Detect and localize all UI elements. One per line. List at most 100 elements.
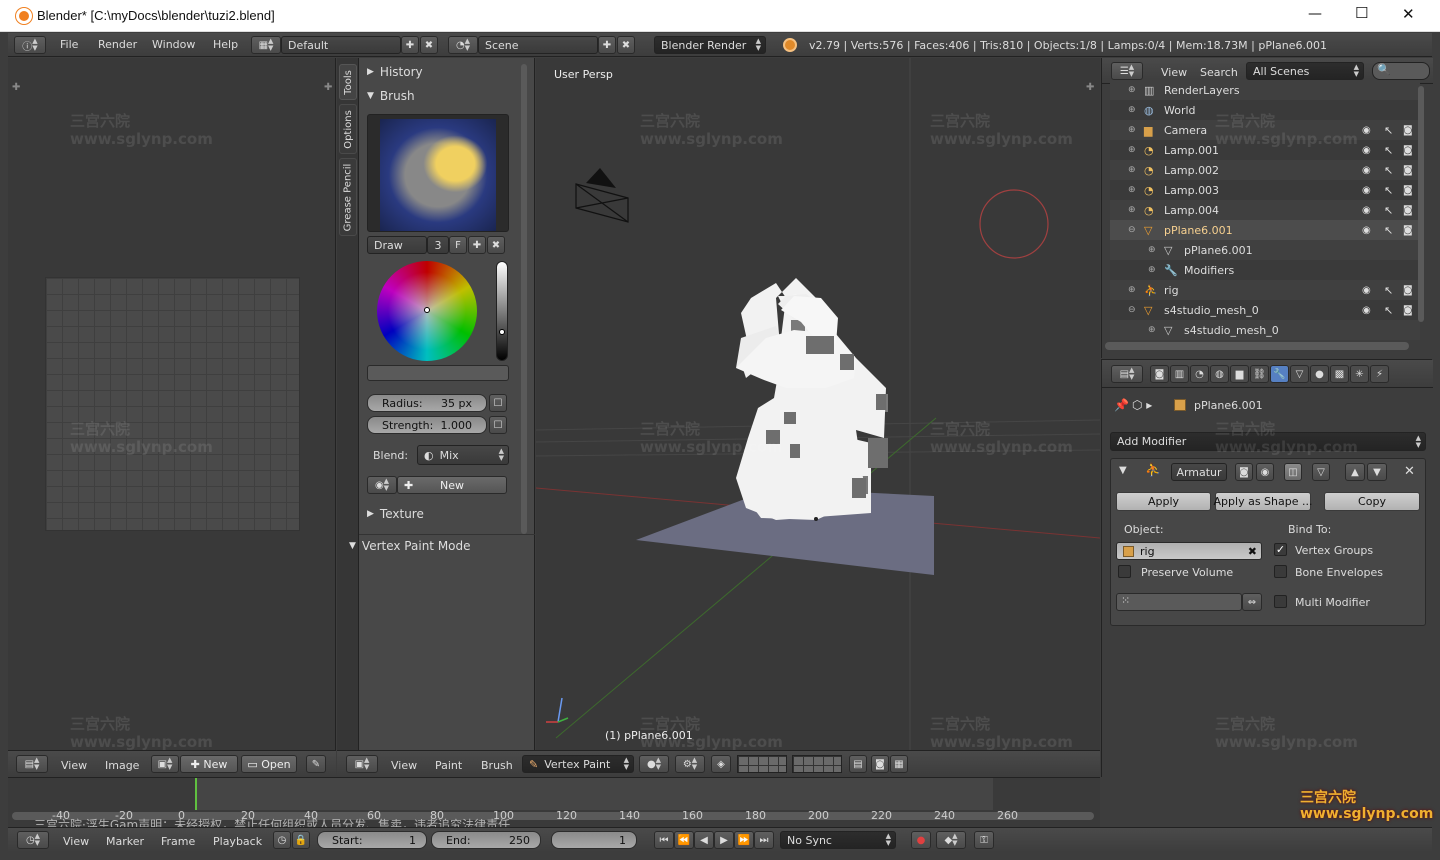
menu-help[interactable]: Help (213, 38, 238, 51)
viewport-editor-type-button[interactable]: ▣ ▲ ▼ (346, 755, 378, 773)
outliner-item-label[interactable]: World (1164, 104, 1196, 117)
selectable-cursor-icon[interactable]: ↖ (1384, 304, 1393, 317)
color-wheel-cursor[interactable] (424, 307, 430, 313)
3d-viewport[interactable]: User Persp (1) pPlane6.001 ✚ (536, 58, 1100, 750)
outliner-item-label[interactable]: rig (1164, 284, 1179, 297)
outliner-row[interactable]: ⊕ ▽ s4studio_mesh_0 (1110, 320, 1420, 340)
viewport-menu-paint[interactable]: Paint (435, 759, 462, 772)
object-field[interactable]: rig ✖ (1116, 542, 1262, 560)
expand-toggle-icon[interactable]: ⊕ (1148, 265, 1156, 275)
outliner-item-label[interactable]: pPlane6.001 (1164, 224, 1233, 237)
timeline-menu-frame[interactable]: Frame (161, 835, 195, 848)
remove-modifier-icon[interactable]: ✕ (1404, 464, 1415, 479)
selectable-cursor-icon[interactable]: ↖ (1384, 164, 1393, 177)
timeline-editor-type-button[interactable]: ◷ ▲ ▼ (17, 831, 49, 849)
multi-modifier-checkbox[interactable] (1274, 595, 1287, 608)
image-browse-button[interactable]: ▣ ▲ ▼ (151, 755, 179, 773)
current-frame-indicator[interactable] (195, 778, 197, 810)
renderable-camera-icon[interactable]: ◙ (1403, 285, 1413, 296)
render-layers-tab-icon[interactable]: ▥ (1170, 365, 1189, 383)
preserve-volume-checkbox[interactable] (1118, 565, 1131, 578)
renderable-camera-icon[interactable]: ◙ (1403, 125, 1413, 136)
outliner-filter-dropdown[interactable]: All Scenes ▲ ▼ (1246, 62, 1364, 80)
expand-toggle-icon[interactable]: ⊕ (1148, 245, 1156, 255)
selectable-cursor-icon[interactable]: ↖ (1384, 224, 1393, 237)
invert-group-icon[interactable]: ⇔ (1242, 593, 1262, 611)
value-slider-handle[interactable] (499, 329, 505, 335)
outliner-editor-type-button[interactable]: ☰ ▲ ▼ (1111, 62, 1143, 80)
menu-window[interactable]: Window (152, 38, 195, 51)
brush-preview[interactable] (367, 114, 509, 232)
outliner-row[interactable]: ⊕ ◍ World (1110, 100, 1420, 120)
visibility-eye-icon[interactable]: ◉ (1362, 145, 1371, 156)
outliner-item-label[interactable]: pPlane6.001 (1184, 244, 1253, 257)
particles-tab-icon[interactable]: ✳ (1350, 365, 1369, 383)
expand-toggle-icon[interactable]: ⊕ (1128, 145, 1136, 155)
expand-toggle-icon[interactable]: ⊕ (1128, 125, 1136, 135)
outliner-row[interactable]: ⊕ ▥ RenderLayers (1110, 80, 1420, 100)
renderable-camera-icon[interactable]: ◙ (1403, 165, 1413, 176)
selectable-cursor-icon[interactable]: ↖ (1384, 124, 1393, 137)
visibility-eye-icon[interactable]: ◉ (1362, 125, 1371, 136)
viewport-plus-icon[interactable]: ✚ (1086, 82, 1094, 93)
copy-button[interactable]: Copy (1324, 492, 1420, 511)
renderable-camera-icon[interactable]: ◙ (1403, 205, 1413, 216)
outliner-item-label[interactable]: Camera (1164, 124, 1207, 137)
outliner-item-label[interactable]: Lamp.003 (1164, 184, 1219, 197)
image-menu-view[interactable]: View (61, 759, 87, 772)
outliner-item-label[interactable]: s4studio_mesh_0 (1184, 324, 1279, 337)
outliner-menu-view[interactable]: View (1161, 66, 1187, 79)
vertex-group-field[interactable]: ⁙ (1116, 593, 1242, 611)
pin-context-icon[interactable]: 📌 (1114, 398, 1129, 412)
brush-panel-header[interactable]: ▼ Brush (367, 86, 513, 106)
show-editmode-icon[interactable]: ◫ (1284, 463, 1302, 481)
move-up-icon[interactable]: ▲ (1345, 463, 1365, 481)
selectable-cursor-icon[interactable]: ↖ (1384, 204, 1393, 217)
history-panel-header[interactable]: ▶ History (367, 62, 513, 82)
value-slider[interactable] (496, 261, 508, 361)
expand-toggle-icon[interactable]: ⊕ (1128, 165, 1136, 175)
strength-pressure-icon[interactable]: ☐ (489, 416, 507, 434)
jump-start-icon[interactable]: ⏮ (654, 831, 674, 849)
new-image-button[interactable]: ✚ New (180, 755, 238, 773)
expand-toggle-icon[interactable]: ⊕ (1128, 285, 1136, 295)
jump-end-icon[interactable]: ⏭ (754, 831, 774, 849)
play-icon[interactable]: ▶ (714, 831, 734, 849)
outliner-row[interactable]: ⊖ ▽ pPlane6.001 ◉ ↖ ◙ (1110, 220, 1420, 240)
vertex-groups-checkbox[interactable]: ✓ (1274, 543, 1287, 556)
expand-toggle-icon[interactable]: ⊕ (1128, 85, 1136, 95)
current-frame-field[interactable]: 1 (551, 831, 637, 849)
brush-name-field[interactable]: Draw (367, 236, 427, 254)
render-tab-icon[interactable]: ◙ (1150, 365, 1169, 383)
outliner-row[interactable]: ⊕ ◔ Lamp.001 ◉ ↖ ◙ (1110, 140, 1420, 160)
outliner-row[interactable]: ⊕ ◔ Lamp.004 ◉ ↖ ◙ (1110, 200, 1420, 220)
add-layout-button[interactable]: ✚ (401, 36, 419, 54)
close-window-button[interactable]: ✕ (1402, 5, 1415, 23)
visibility-eye-icon[interactable]: ◉ (1362, 225, 1371, 236)
outliner-item-label[interactable]: RenderLayers (1164, 84, 1240, 97)
end-frame-field[interactable]: End: 250 (431, 831, 541, 849)
blend-dropdown[interactable]: ◐ Mix ▲ ▼ (417, 445, 509, 465)
move-down-icon[interactable]: ▼ (1367, 463, 1387, 481)
outliner-row[interactable]: ⊕ ▆ Camera ◉ ↖ ◙ (1110, 120, 1420, 140)
tab-grease-pencil[interactable]: Grease Pencil (339, 158, 357, 236)
info-editor-type-button[interactable]: ⓘ ▲ ▼ (14, 36, 46, 54)
selectable-cursor-icon[interactable]: ↖ (1384, 284, 1393, 297)
expand-toggle-icon[interactable]: ⊕ (1128, 185, 1136, 195)
clear-object-icon[interactable]: ✖ (1248, 545, 1257, 558)
maximize-button[interactable]: ☐ (1355, 4, 1368, 22)
remove-scene-button[interactable]: ✖ (617, 36, 635, 54)
renderable-camera-icon[interactable]: ◙ (1403, 225, 1413, 236)
strength-field[interactable]: Strength: 1.000 (367, 416, 487, 434)
outliner-row[interactable]: ⊕ ◔ Lamp.003 ◉ ↖ ◙ (1110, 180, 1420, 200)
data-tab-icon[interactable]: ▽ (1290, 365, 1309, 383)
minimize-button[interactable]: — (1308, 6, 1322, 22)
sync-dropdown[interactable]: No Sync ▲ ▼ (780, 831, 896, 849)
color-swatch[interactable] (367, 365, 509, 381)
expand-toggle-icon[interactable]: ⊕ (1128, 205, 1136, 215)
expand-toggle-icon[interactable]: ⊕ (1128, 105, 1136, 115)
timeline-menu-view[interactable]: View (63, 835, 89, 848)
lock-range-icon[interactable]: 🔒 (292, 831, 310, 849)
outliner-row[interactable]: ⊕ ⛹ rig ◉ ↖ ◙ (1110, 280, 1420, 300)
modifier-collapse-icon[interactable]: ▼ (1119, 465, 1127, 476)
